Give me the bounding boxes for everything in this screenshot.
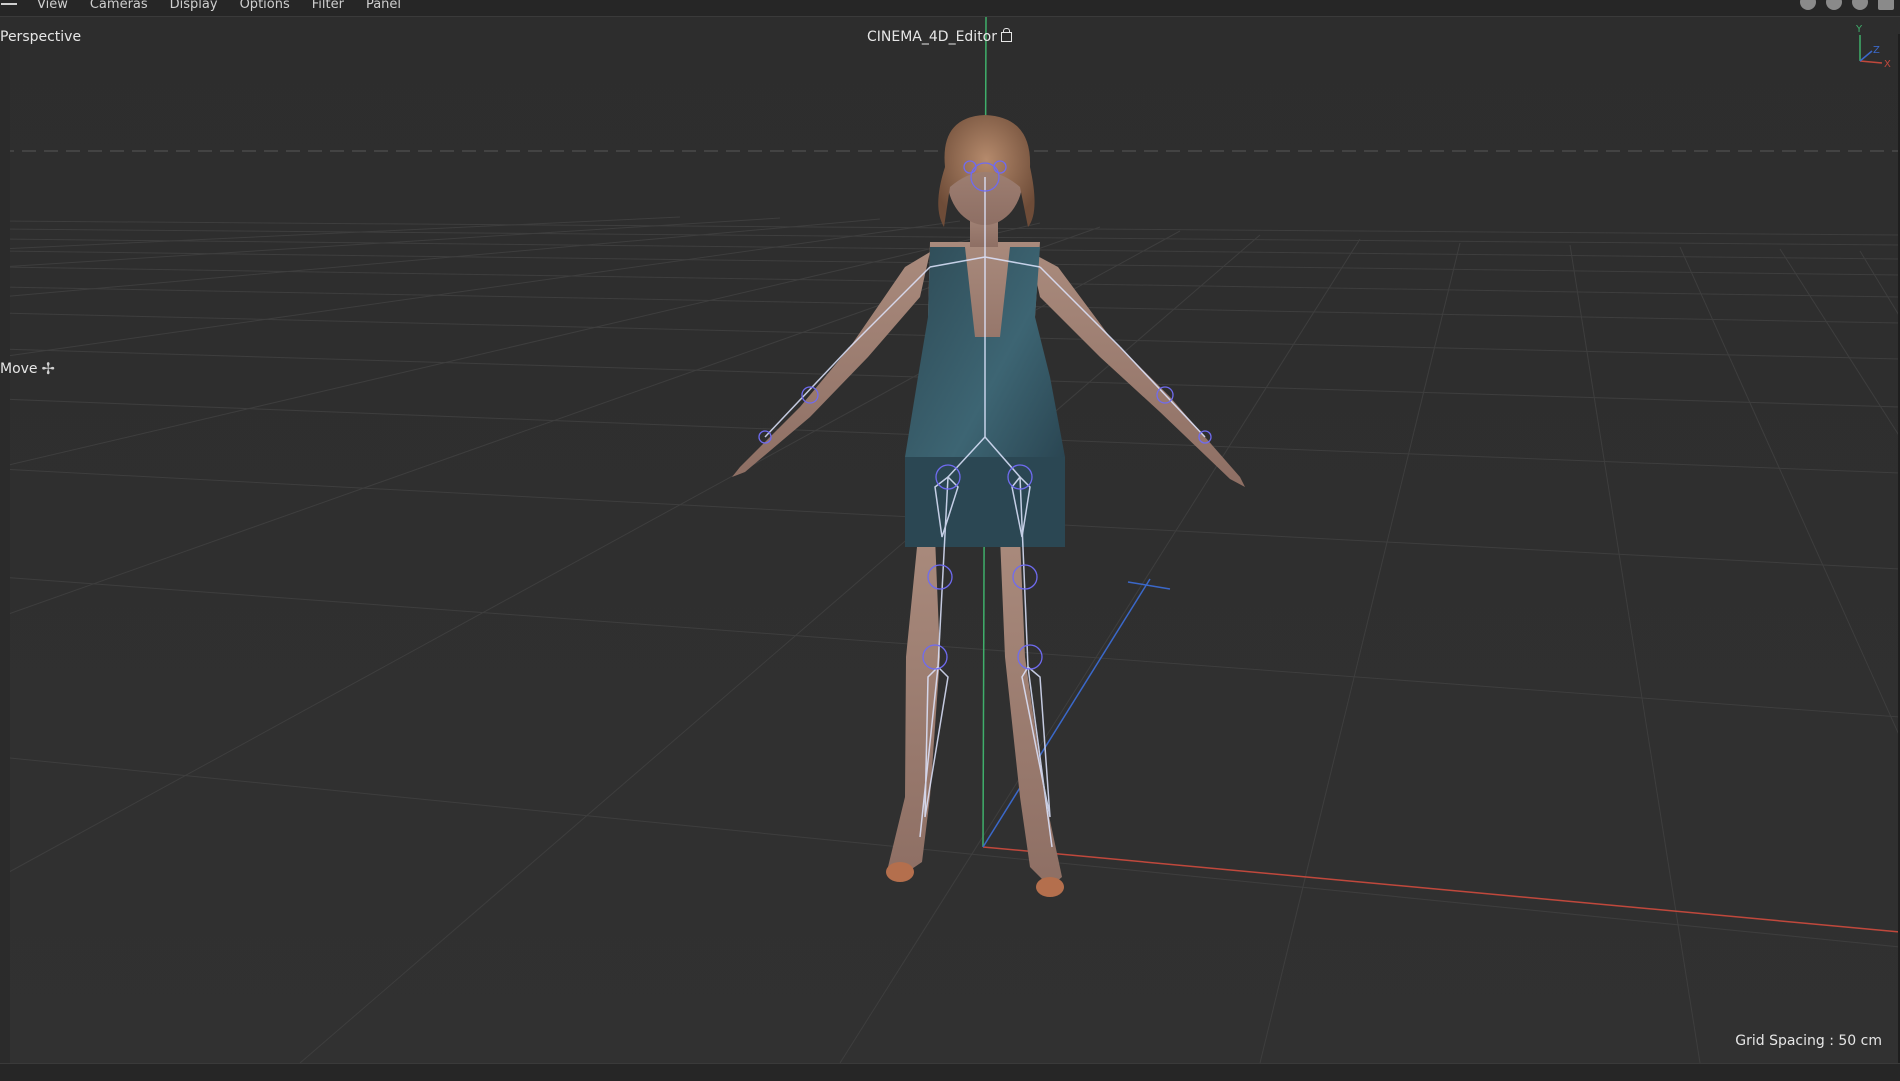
- menu-options[interactable]: Options: [240, 0, 290, 12]
- view-name-label: Perspective: [0, 29, 82, 45]
- rotate-view-icon[interactable]: [1852, 0, 1868, 10]
- viewport-bottom-bar: [0, 1063, 1900, 1081]
- viewport-left-edge: [0, 34, 10, 1063]
- move-view-icon[interactable]: [1800, 0, 1816, 10]
- camera-name-text: CINEMA_4D_Editor: [867, 29, 997, 45]
- active-tool-label: Move ✢: [0, 359, 55, 378]
- hamburger-menu-icon[interactable]: [1, 0, 17, 10]
- gizmo-x-label: X: [1884, 59, 1891, 70]
- 3d-viewport[interactable]: Perspective CINEMA_4D_Editor Move ✢ Grid…: [0, 17, 1900, 1063]
- maximize-view-icon[interactable]: [1878, 0, 1894, 10]
- menu-filter[interactable]: Filter: [312, 0, 344, 12]
- menu-cameras[interactable]: Cameras: [90, 0, 148, 12]
- grid-spacing-label: Grid Spacing : 50 cm: [1735, 1033, 1882, 1049]
- menu-display[interactable]: Display: [170, 0, 218, 12]
- active-tool-text: Move: [0, 360, 38, 377]
- viewport-scene: [0, 17, 1900, 1063]
- camera-lock-icon[interactable]: [1001, 28, 1012, 42]
- menu-view[interactable]: View: [37, 0, 68, 12]
- viewport-menubar: View Cameras Display Options Filter Pane…: [0, 0, 1900, 17]
- scale-view-icon[interactable]: [1826, 0, 1842, 10]
- axis-gizmo: Y Z X: [1855, 24, 1891, 70]
- viewport-nav-icons: [1800, 0, 1894, 10]
- move-tool-icon: ✢: [41, 359, 55, 378]
- camera-name-label[interactable]: CINEMA_4D_Editor: [867, 28, 1012, 45]
- gizmo-y-label: Y: [1855, 24, 1863, 35]
- gizmo-z-label: Z: [1873, 45, 1880, 56]
- menu-panel[interactable]: Panel: [366, 0, 401, 12]
